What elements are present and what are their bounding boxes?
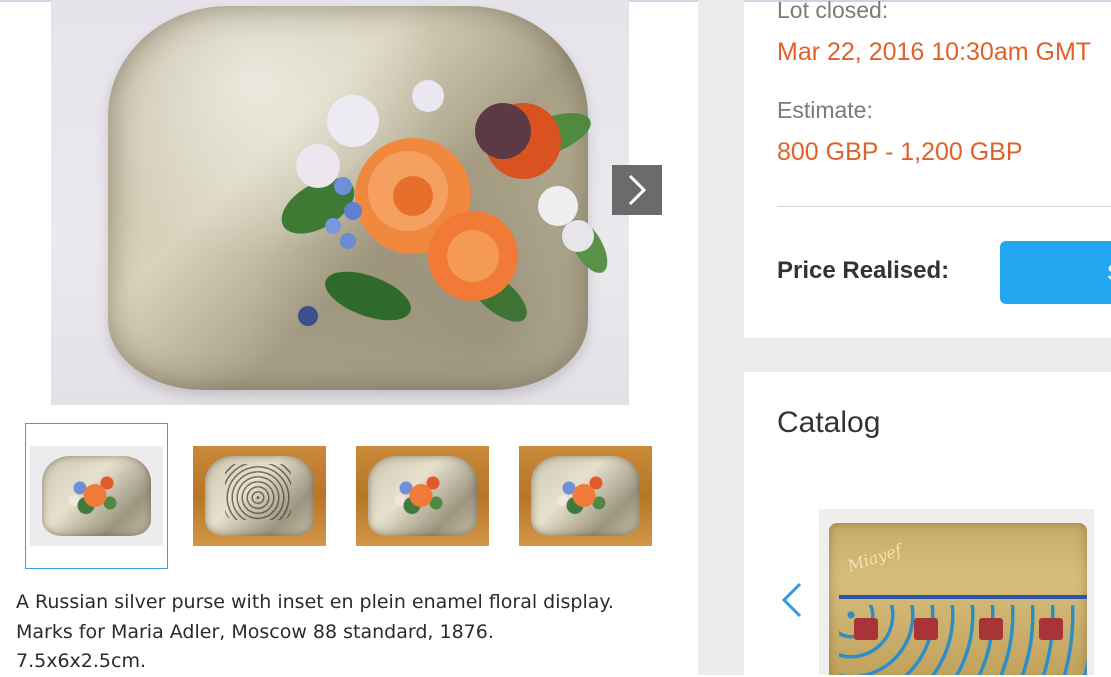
price-realised-button[interactable]: S	[1000, 241, 1111, 304]
chevron-right-icon	[628, 174, 647, 206]
floral-enamel	[281, 80, 608, 326]
thumbnail-image	[193, 446, 326, 546]
thumbnail-image	[356, 446, 489, 546]
divider-line	[777, 206, 1111, 207]
lot-closed-date: Mar 22, 2016 10:30am GMT	[777, 38, 1092, 66]
lot-description: A Russian silver purse with inset en ple…	[16, 588, 696, 677]
thumbnail-1[interactable]	[25, 423, 168, 569]
enamel-case: Miayef	[829, 523, 1087, 675]
column-divider	[698, 0, 744, 675]
lot-closed-label: Lot closed:	[777, 0, 889, 23]
description-line: Marks for Maria Adler, Moscow 88 standar…	[16, 620, 494, 643]
catalog-heading: Catalog	[777, 406, 881, 439]
silver-purse	[108, 6, 608, 390]
catalog-prev-button[interactable]	[778, 580, 808, 620]
section-gap	[744, 338, 1111, 372]
case-inscription: Miayef	[845, 540, 904, 576]
chevron-left-icon	[781, 582, 802, 618]
estimate-label: Estimate:	[777, 97, 873, 123]
thumbnail-2[interactable]	[188, 423, 331, 569]
thumbnail-image	[30, 446, 163, 546]
thumbnail-image	[519, 446, 652, 546]
description-line: A Russian silver purse with inset en ple…	[16, 591, 614, 613]
catalog-cover-image[interactable]: Miayef	[819, 509, 1094, 675]
price-realised-label: Price Realised:	[777, 257, 950, 284]
gallery-next-button[interactable]	[612, 165, 662, 215]
thumbnail-4[interactable]	[514, 423, 657, 569]
estimate-value: 800 GBP - 1,200 GBP	[777, 138, 1023, 166]
description-line: 7.5x6x2.5cm.	[16, 650, 147, 672]
thumbnail-3[interactable]	[351, 423, 494, 569]
main-lot-image[interactable]	[51, 0, 629, 405]
